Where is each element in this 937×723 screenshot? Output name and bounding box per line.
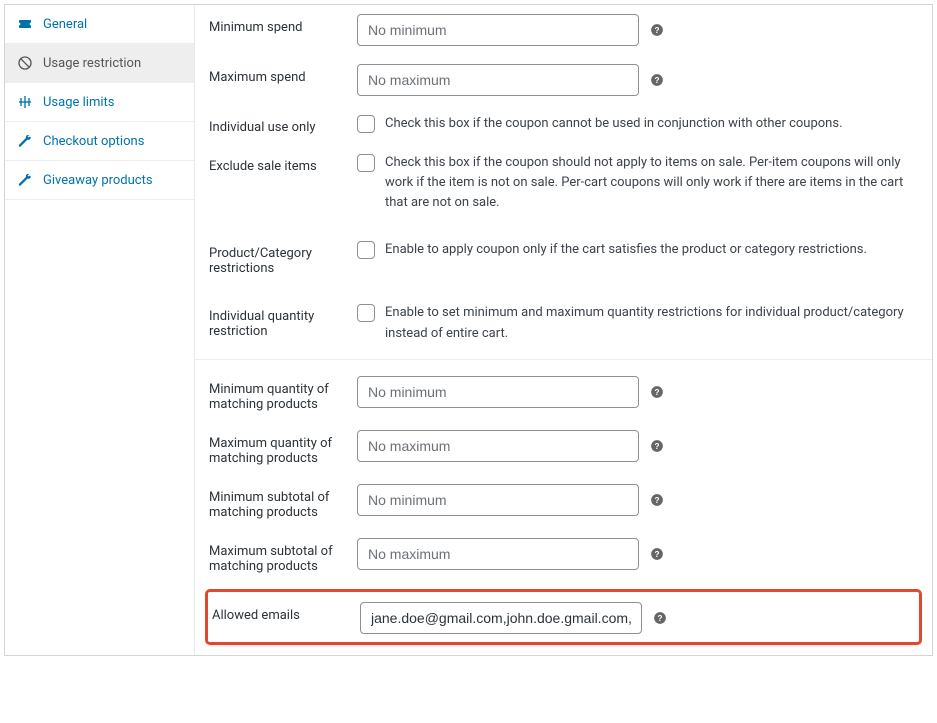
form-main: Minimum spend ? Maximum spend ? Individu… [195, 5, 932, 655]
sidebar-item-label: Usage limits [43, 95, 114, 110]
adjust-icon [17, 94, 33, 110]
prod-cat-restrictions-desc: Enable to apply coupon only if the cart … [385, 240, 867, 260]
row-minimum-spend: Minimum spend ? [195, 5, 932, 55]
sidebar-item-usage-limits[interactable]: Usage limits [5, 83, 194, 122]
allowed-emails-input[interactable] [360, 602, 642, 634]
row-allowed-emails: Allowed emails ? [212, 598, 915, 634]
sidebar-item-label: General [43, 17, 87, 32]
individual-use-desc: Check this box if the coupon cannot be u… [385, 114, 843, 134]
wrench-icon [17, 172, 33, 188]
svg-text:?: ? [655, 26, 660, 35]
row-max-subtotal: Maximum subtotal of matching products ? [195, 529, 932, 583]
exclude-sale-desc: Check this box if the coupon should not … [385, 153, 918, 213]
label-maximum-spend: Maximum spend [209, 64, 357, 85]
svg-text:?: ? [655, 76, 660, 85]
max-subtotal-input[interactable] [357, 538, 639, 570]
max-qty-input[interactable] [357, 430, 639, 462]
sidebar-item-general[interactable]: General [5, 5, 194, 44]
min-subtotal-input[interactable] [357, 484, 639, 516]
help-icon[interactable]: ? [649, 492, 665, 508]
svg-text:?: ? [655, 550, 660, 559]
label-prod-cat-restrictions: Product/Category restrictions [209, 240, 357, 276]
exclude-sale-checkbox[interactable] [357, 154, 375, 172]
svg-text:?: ? [655, 496, 660, 505]
sidebar-item-label: Checkout options [43, 134, 144, 149]
indiv-qty-restriction-desc: Enable to set minimum and maximum quanti… [385, 303, 918, 343]
help-icon[interactable]: ? [652, 610, 668, 626]
row-max-qty: Maximum quantity of matching products ? [195, 421, 932, 475]
sidebar-item-usage-restriction[interactable]: Usage restriction [5, 44, 194, 83]
svg-text:?: ? [658, 614, 663, 623]
row-product-category-restrictions: Product/Category restrictions Enable to … [195, 222, 932, 285]
label-max-subtotal: Maximum subtotal of matching products [209, 538, 357, 574]
row-exclude-sale: Exclude sale items Check this box if the… [195, 144, 932, 222]
help-icon[interactable]: ? [649, 438, 665, 454]
sidebar-item-checkout-options[interactable]: Checkout options [5, 122, 194, 161]
help-icon[interactable]: ? [649, 546, 665, 562]
individual-use-checkbox[interactable] [357, 115, 375, 133]
block-icon [17, 55, 33, 71]
coupon-tabs-sidebar: General Usage restriction Usage limits C… [5, 5, 195, 655]
row-min-subtotal: Minimum subtotal of matching products ? [195, 475, 932, 529]
label-exclude-sale: Exclude sale items [209, 153, 357, 174]
row-individual-use: Individual use only Check this box if th… [195, 105, 932, 144]
label-minimum-spend: Minimum spend [209, 14, 357, 35]
row-individual-qty-restriction: Individual quantity restriction Enable t… [195, 285, 932, 352]
sidebar-item-label: Giveaway products [43, 173, 153, 188]
label-min-qty: Minimum quantity of matching products [209, 376, 357, 412]
help-icon[interactable]: ? [649, 22, 665, 38]
label-min-subtotal: Minimum subtotal of matching products [209, 484, 357, 520]
sidebar-item-label: Usage restriction [43, 56, 141, 71]
min-qty-input[interactable] [357, 376, 639, 408]
row-min-qty: Minimum quantity of matching products ? [195, 359, 932, 421]
coupon-data-panel: General Usage restriction Usage limits C… [4, 4, 933, 656]
label-allowed-emails: Allowed emails [212, 602, 360, 623]
allowed-emails-highlight: Allowed emails ? [205, 589, 922, 645]
sidebar-item-giveaway-products[interactable]: Giveaway products [5, 161, 194, 200]
indiv-qty-restriction-checkbox[interactable] [357, 304, 375, 322]
row-maximum-spend: Maximum spend ? [195, 55, 932, 105]
help-icon[interactable]: ? [649, 384, 665, 400]
minimum-spend-input[interactable] [357, 14, 639, 46]
help-icon[interactable]: ? [649, 72, 665, 88]
svg-text:?: ? [655, 442, 660, 451]
svg-text:?: ? [655, 388, 660, 397]
label-individual-use: Individual use only [209, 114, 357, 135]
prod-cat-restrictions-checkbox[interactable] [357, 241, 375, 259]
label-max-qty: Maximum quantity of matching products [209, 430, 357, 466]
wrench-icon [17, 133, 33, 149]
maximum-spend-input[interactable] [357, 64, 639, 96]
ticket-icon [17, 16, 33, 32]
label-indiv-qty-restriction: Individual quantity restriction [209, 303, 357, 339]
